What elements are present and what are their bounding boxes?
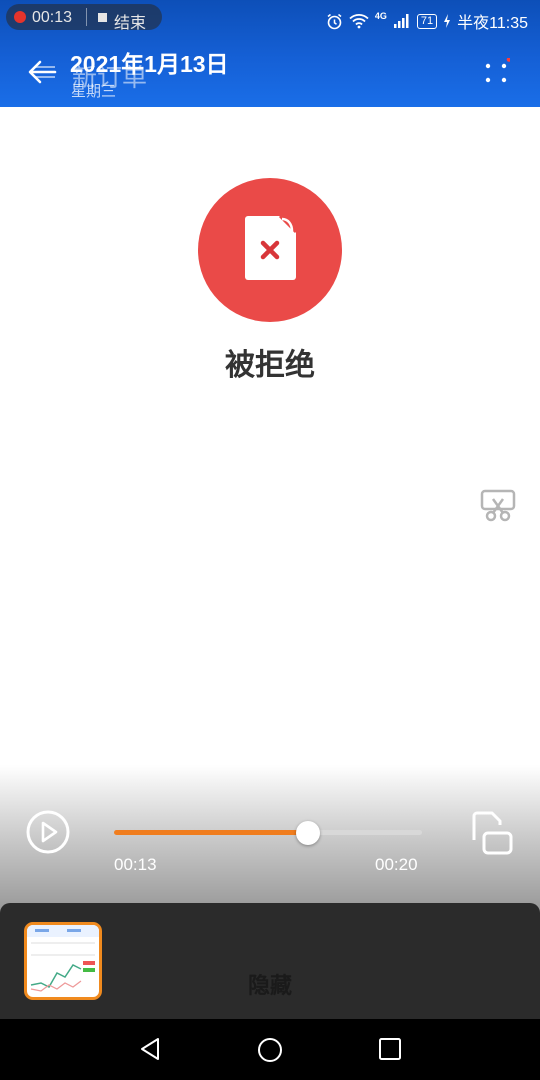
stop-icon [98, 13, 107, 22]
rejected-document-icon [245, 214, 298, 280]
battery-indicator: 71 [416, 13, 438, 29]
nav-home-icon[interactable] [257, 1037, 283, 1063]
status-label: 被拒绝 [225, 349, 315, 382]
playback-controls [0, 765, 540, 915]
divider [86, 8, 87, 26]
back-arrow-icon[interactable] [26, 56, 58, 88]
signal-icon [393, 14, 409, 28]
progress-thumb[interactable] [296, 821, 321, 845]
charging-icon [444, 14, 451, 28]
record-end-button[interactable]: 结束 [114, 9, 146, 33]
nav-recent-apps-icon[interactable] [378, 1037, 402, 1061]
hide-button[interactable]: 隐藏 [0, 968, 540, 1000]
record-dot-icon [14, 11, 26, 23]
progress-fill [114, 830, 309, 835]
screenshot-tool-icon[interactable] [480, 488, 516, 524]
weekday-label: 星期三 [71, 83, 117, 100]
total-time: 00:20 [375, 855, 418, 874]
wifi-icon [349, 14, 369, 29]
status-bar: 00:13 结束 4G 71 半夜11:35 [0, 0, 540, 36]
play-icon[interactable] [26, 810, 70, 854]
clock: 半夜11:35 [457, 15, 528, 32]
current-time: 00:13 [114, 855, 157, 874]
record-time: 00:13 [32, 9, 73, 26]
nav-back-icon[interactable] [138, 1036, 164, 1062]
status-icons: 4G 71 半夜11:35 [326, 9, 528, 33]
progress-track[interactable] [114, 830, 422, 835]
switch-window-icon[interactable] [468, 810, 514, 856]
date-title: 2021年1月13日 [70, 51, 229, 77]
more-menu-icon[interactable] [482, 58, 510, 86]
network-type: 4G [374, 11, 387, 21]
alarm-icon [327, 13, 342, 29]
